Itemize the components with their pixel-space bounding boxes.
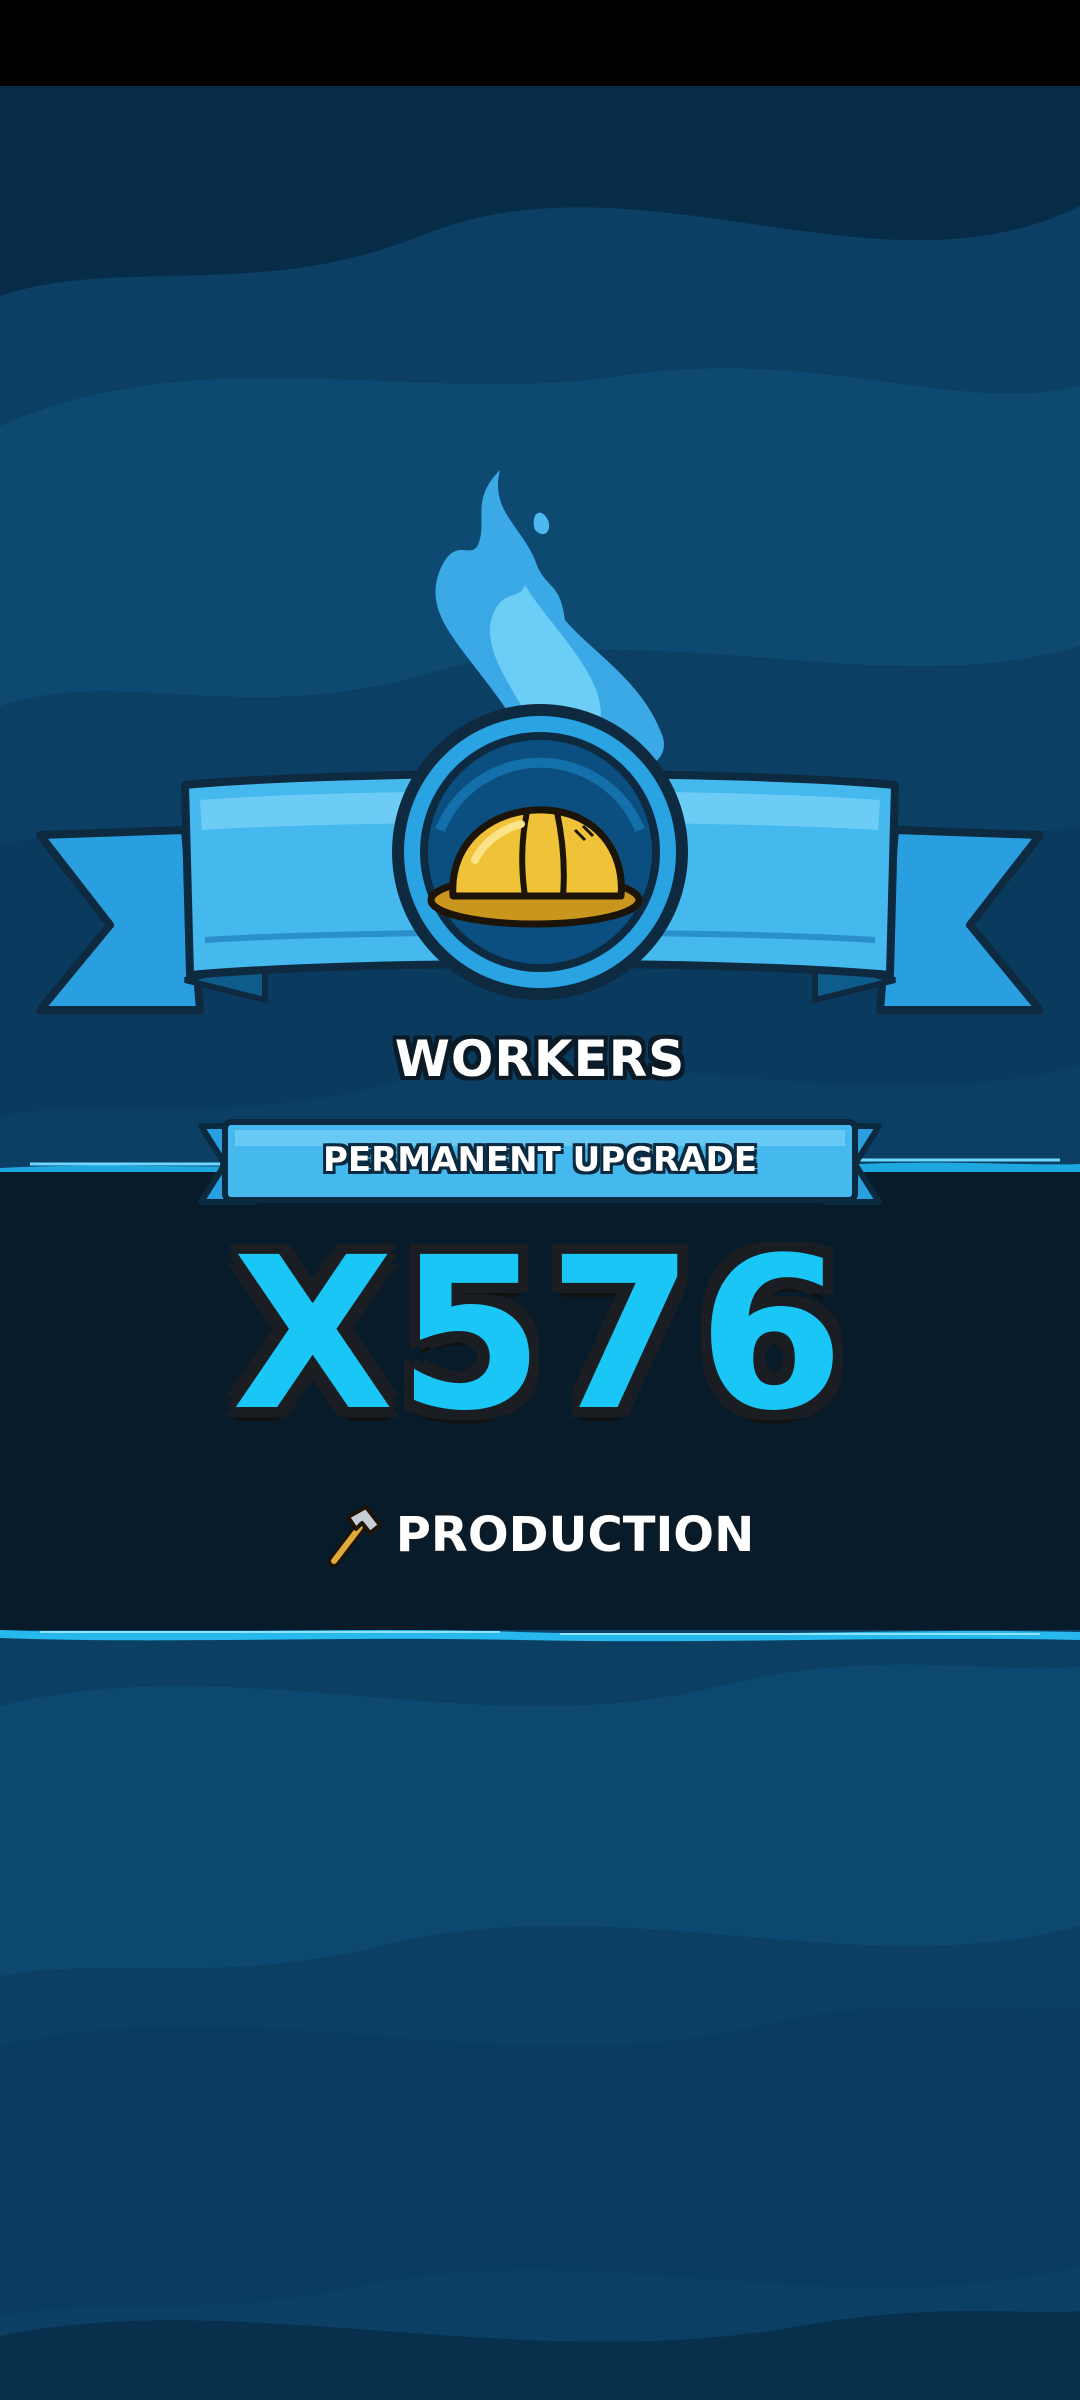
permanent-upgrade-badge: PERMANENT UPGRADE [322,1140,757,1180]
category-title: WORKERS [394,1030,686,1088]
reward-emblem [36,470,1044,1014]
stat-label: PRODUCTION [395,1507,755,1563]
multiplier-value: X576 [231,1212,849,1457]
hard-hat-icon [427,806,643,928]
reward-screen[interactable]: WORKERS PERMANENT UPGRADE X576 PRODUCTIO… [0,0,1080,2400]
band-bottom-edge [0,1630,1080,1642]
hammer-icon [327,1505,382,1567]
status-bar [0,0,1080,86]
stat-row: PRODUCTION [0,1500,1080,1570]
